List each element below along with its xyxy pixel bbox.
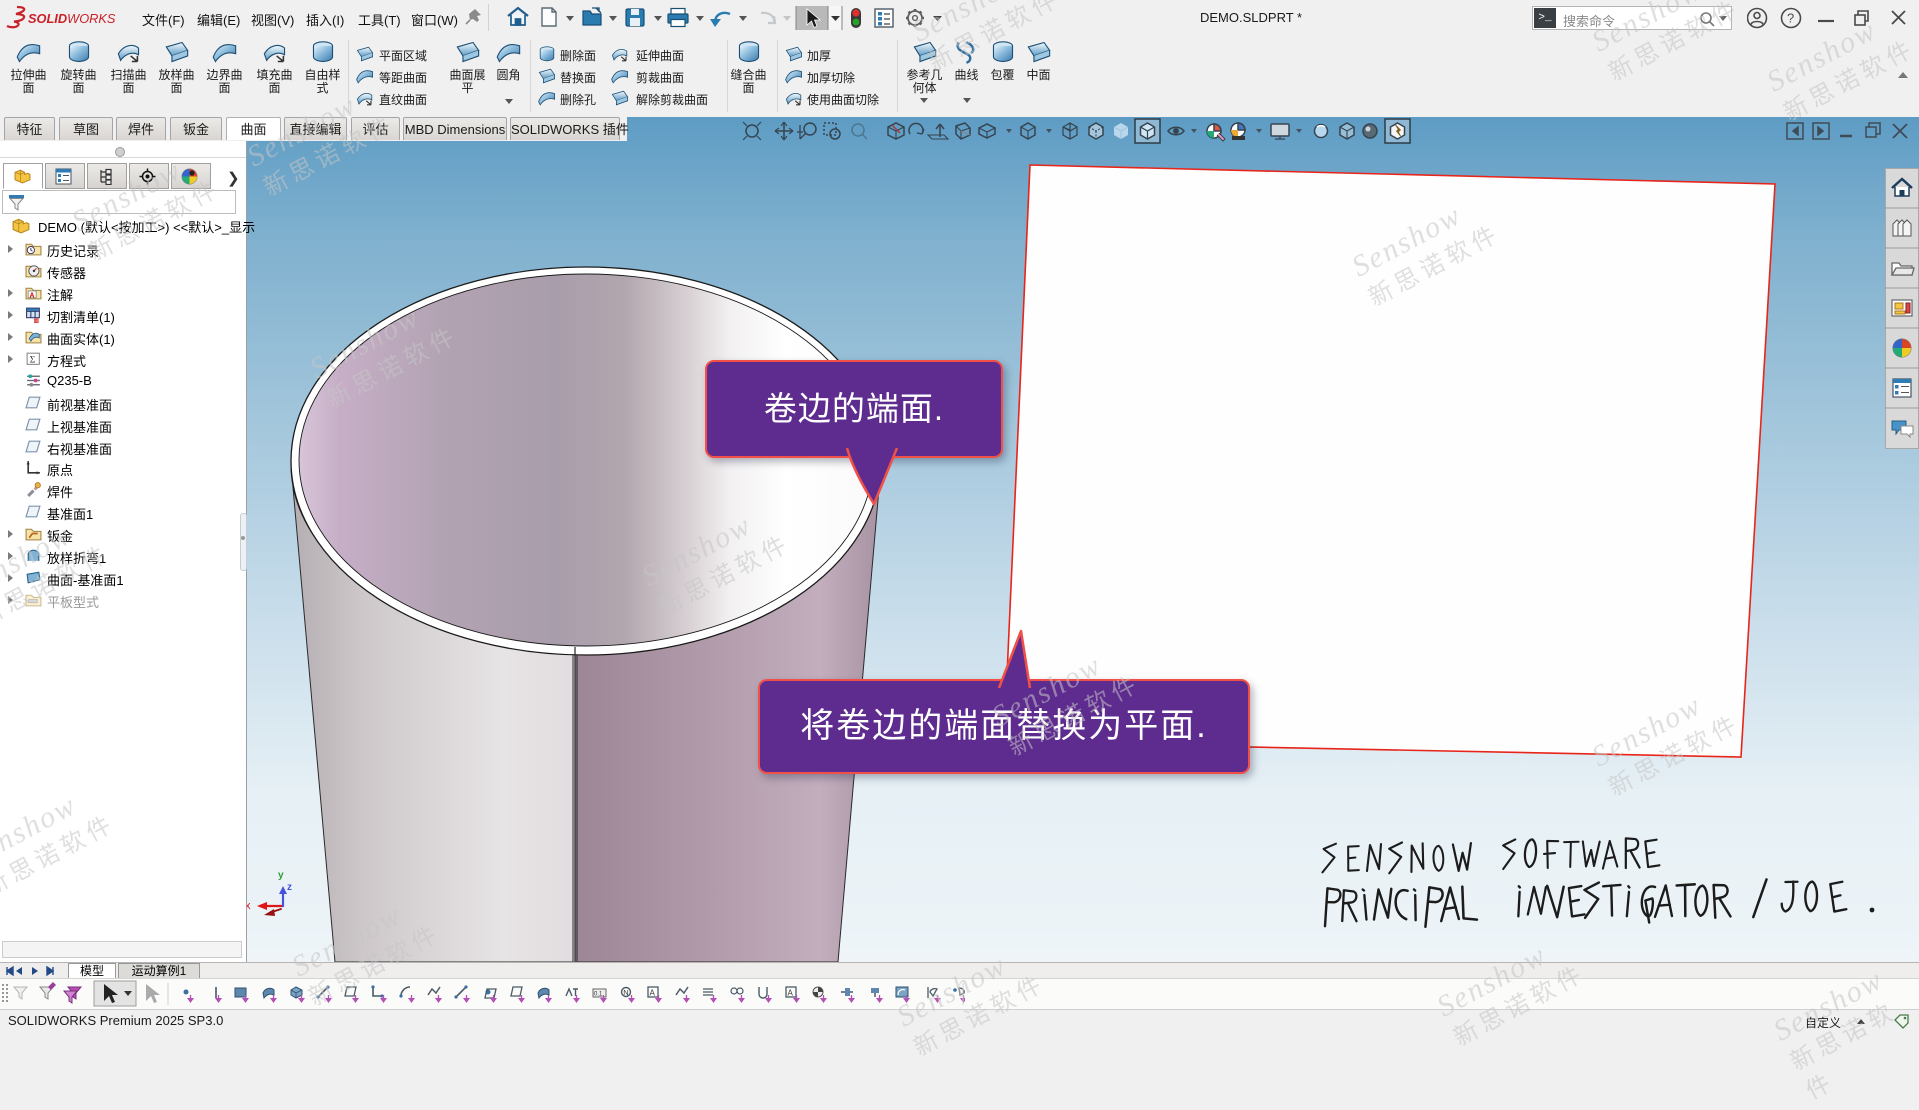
svg-text:0.1: 0.1 — [594, 992, 603, 998]
svg-text:▦: ▦ — [34, 318, 40, 323]
svg-text:SOLIDWORKS: SOLIDWORKS — [28, 11, 116, 26]
svg-text:A: A — [29, 292, 34, 299]
svg-text:?: ? — [1787, 11, 1794, 26]
svg-text:Σ: Σ — [30, 355, 36, 366]
